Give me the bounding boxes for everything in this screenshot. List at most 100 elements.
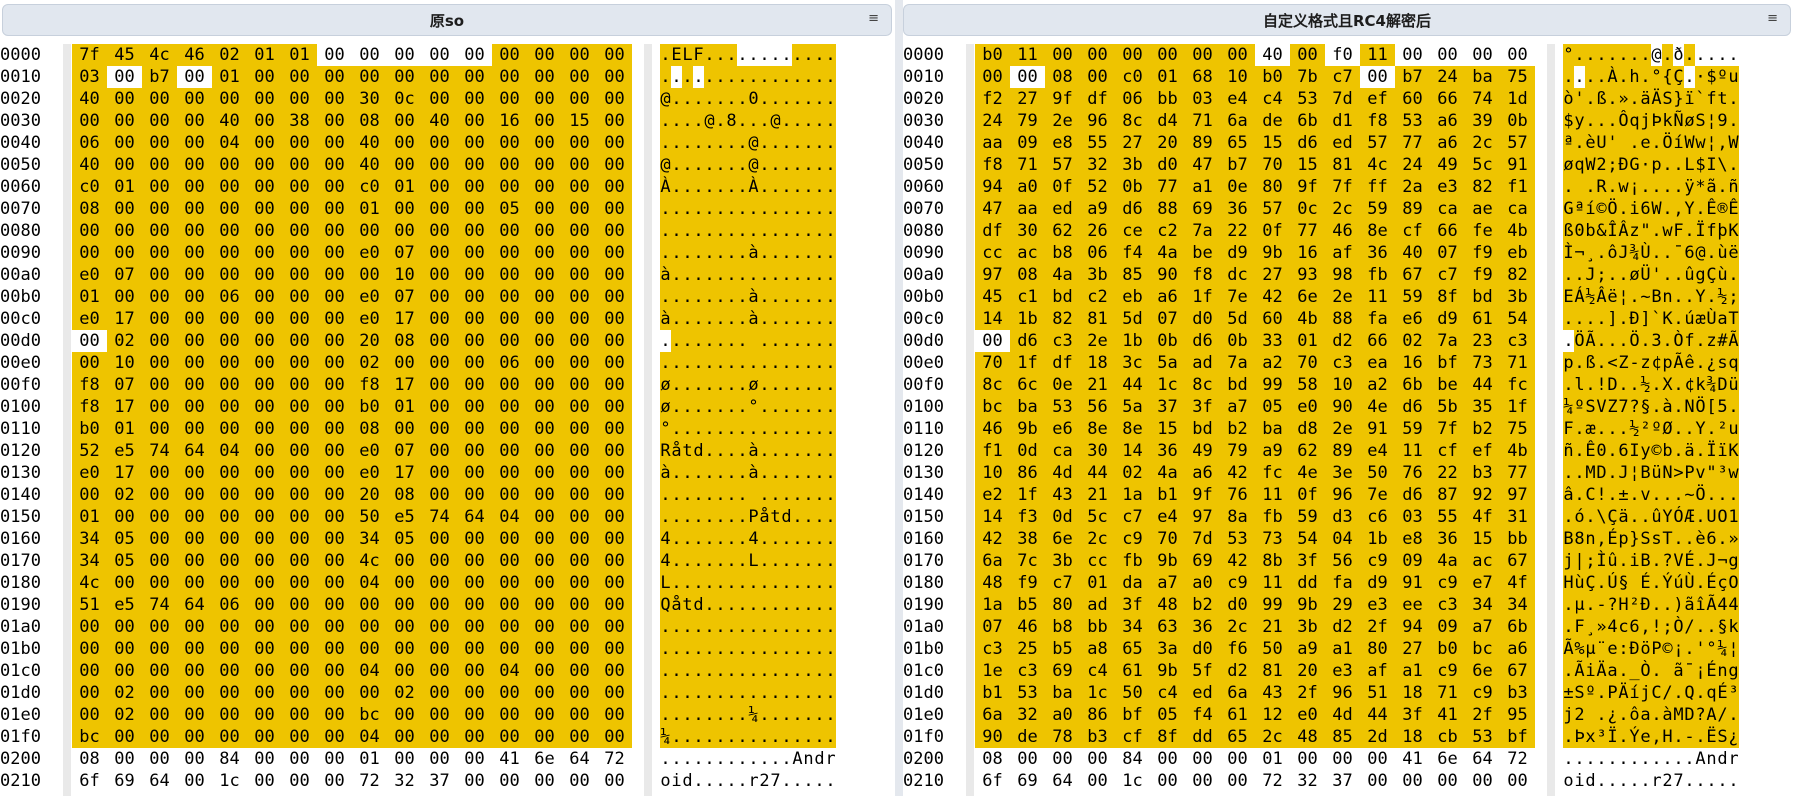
hex-byte-cell[interactable]: 00: [212, 418, 247, 440]
ascii-char-cell[interactable]: ¦: [1728, 638, 1739, 660]
ascii-char-cell[interactable]: .: [781, 616, 792, 638]
hex-byte-cell[interactable]: 00: [457, 330, 492, 352]
ascii-char-cell[interactable]: .: [770, 528, 781, 550]
hex-byte-cell[interactable]: 00: [562, 726, 597, 748]
ascii-char-cell[interactable]: U: [1596, 132, 1607, 154]
hex-byte-cell[interactable]: eb: [1115, 286, 1150, 308]
hex-byte-cell[interactable]: 00: [317, 550, 352, 572]
hex-byte-cell[interactable]: 00: [1150, 748, 1185, 770]
hex-byte-cell[interactable]: 65: [1115, 638, 1150, 660]
hex-byte-cell[interactable]: 02: [1395, 330, 1430, 352]
ascii-char-cell[interactable]: H: [1618, 594, 1629, 616]
hex-byte-cell[interactable]: 04: [212, 440, 247, 462]
ascii-char-cell[interactable]: V: [1673, 550, 1684, 572]
ascii-char-cell[interactable]: °: [1651, 66, 1662, 88]
ascii-char-cell[interactable]: .: [759, 418, 770, 440]
ascii-char-cell[interactable]: .: [814, 396, 825, 418]
hex-byte-cell[interactable]: c7: [1430, 264, 1465, 286]
hex-byte-cell[interactable]: 00: [492, 374, 527, 396]
hex-byte-cell[interactable]: 00: [212, 550, 247, 572]
ascii-char-cell[interactable]: Ð: [1629, 308, 1640, 330]
hex-byte-cell[interactable]: d9: [1220, 242, 1255, 264]
ascii-char-cell[interactable]: .: [814, 484, 825, 506]
ascii-char-cell[interactable]: .: [1651, 176, 1662, 198]
ascii-char-cell[interactable]: .: [704, 660, 715, 682]
ascii-char-cell[interactable]: i: [1629, 550, 1640, 572]
hex-byte-cell[interactable]: 2e: [1045, 110, 1080, 132]
hex-byte-cell[interactable]: 52: [72, 440, 107, 462]
hex-byte-cell[interactable]: bd: [1465, 286, 1500, 308]
ascii-char-cell[interactable]: É: [1717, 682, 1728, 704]
ascii-char-cell[interactable]: ô: [1629, 704, 1640, 726]
hex-byte-cell[interactable]: 00: [422, 220, 457, 242]
hex-byte-cell[interactable]: 77: [1150, 176, 1185, 198]
hex-byte-cell[interactable]: 82: [1465, 176, 1500, 198]
ascii-char-cell[interactable]: .: [1607, 440, 1618, 462]
hex-byte-cell[interactable]: 02: [1115, 462, 1150, 484]
ascii-char-cell[interactable]: .: [1629, 286, 1640, 308]
ascii-char-cell[interactable]: .: [726, 66, 737, 88]
hex-byte-cell[interactable]: ba: [1465, 66, 1500, 88]
ascii-char-cell[interactable]: .: [792, 616, 803, 638]
hex-byte-cell[interactable]: 00: [107, 220, 142, 242]
hex-byte-cell[interactable]: 26: [1080, 220, 1115, 242]
ascii-char-cell[interactable]: Ã: [1585, 330, 1596, 352]
hex-byte-cell[interactable]: 00: [177, 704, 212, 726]
hex-byte-cell[interactable]: 00: [282, 704, 317, 726]
hex-byte-cell[interactable]: 9b: [1150, 550, 1185, 572]
ascii-char-cell[interactable]: .: [1662, 242, 1673, 264]
ascii-char-cell[interactable]: l: [1574, 374, 1585, 396]
ascii-char-cell[interactable]: .: [660, 638, 671, 660]
hex-byte-cell[interactable]: 00: [247, 132, 282, 154]
ascii-char-cell[interactable]: å: [671, 440, 682, 462]
ascii-char-cell[interactable]: .: [671, 330, 682, 352]
hex-byte-cell[interactable]: e3: [1360, 594, 1395, 616]
ascii-char-cell[interactable]: a: [1607, 660, 1618, 682]
hex-byte-cell[interactable]: 00: [177, 330, 212, 352]
hex-byte-cell[interactable]: 00: [107, 638, 142, 660]
ascii-char-cell[interactable]: .: [704, 726, 715, 748]
hex-byte-cell[interactable]: ad: [1185, 352, 1220, 374]
hex-byte-cell[interactable]: 00: [562, 418, 597, 440]
ascii-char-cell[interactable]: Ó: [1673, 506, 1684, 528]
ascii-char-cell[interactable]: .: [814, 704, 825, 726]
ascii-char-cell[interactable]: .: [1607, 748, 1618, 770]
ascii-char-cell[interactable]: L: [1684, 154, 1695, 176]
hex-byte-cell[interactable]: a2: [1255, 352, 1290, 374]
hex-byte-cell[interactable]: 00: [562, 132, 597, 154]
ascii-char-cell[interactable]: A: [792, 748, 803, 770]
ascii-char-cell[interactable]: .: [1695, 198, 1706, 220]
hex-byte-cell[interactable]: 00: [562, 198, 597, 220]
ascii-char-cell[interactable]: q: [1629, 110, 1640, 132]
hex-byte-cell[interactable]: 00: [352, 264, 387, 286]
ascii-char-cell[interactable]: .: [803, 242, 814, 264]
ascii-char-cell[interactable]: [1574, 176, 1585, 198]
hex-byte-cell[interactable]: 00: [1185, 770, 1220, 792]
hex-byte-cell[interactable]: 00: [527, 374, 562, 396]
ascii-char-cell[interactable]: .: [1640, 66, 1651, 88]
ascii-char-cell[interactable]: É: [1706, 660, 1717, 682]
ascii-char-cell[interactable]: .: [726, 572, 737, 594]
hex-byte-cell[interactable]: 00: [562, 330, 597, 352]
hex-byte-cell[interactable]: bd: [1220, 374, 1255, 396]
hex-byte-cell[interactable]: 00: [212, 220, 247, 242]
ascii-char-cell[interactable]: R: [660, 440, 671, 462]
hex-byte-cell[interactable]: 67: [1500, 660, 1535, 682]
hex-byte-cell[interactable]: 74: [422, 506, 457, 528]
ascii-char-cell[interactable]: W: [1651, 198, 1662, 220]
ascii-char-cell[interactable]: w: [1662, 220, 1673, 242]
left-pane-menu-icon[interactable]: ≡: [868, 11, 879, 26]
ascii-char-cell[interactable]: .: [1673, 418, 1684, 440]
hex-byte-cell[interactable]: 00: [527, 682, 562, 704]
ascii-char-cell[interactable]: .: [814, 506, 825, 528]
hex-byte-cell[interactable]: 10: [1220, 66, 1255, 88]
hex-byte-cell[interactable]: 00: [72, 220, 107, 242]
hex-byte-cell[interactable]: 00: [1395, 44, 1430, 66]
ascii-char-cell[interactable]: .: [1695, 330, 1706, 352]
hex-byte-cell[interactable]: 00: [247, 748, 282, 770]
hex-byte-cell[interactable]: cc: [1080, 550, 1115, 572]
ascii-char-cell[interactable]: .: [726, 418, 737, 440]
ascii-char-cell[interactable]: ): [1673, 594, 1684, 616]
ascii-char-cell[interactable]: d: [1585, 770, 1596, 792]
ascii-char-cell[interactable]: Ã: [1563, 638, 1574, 660]
